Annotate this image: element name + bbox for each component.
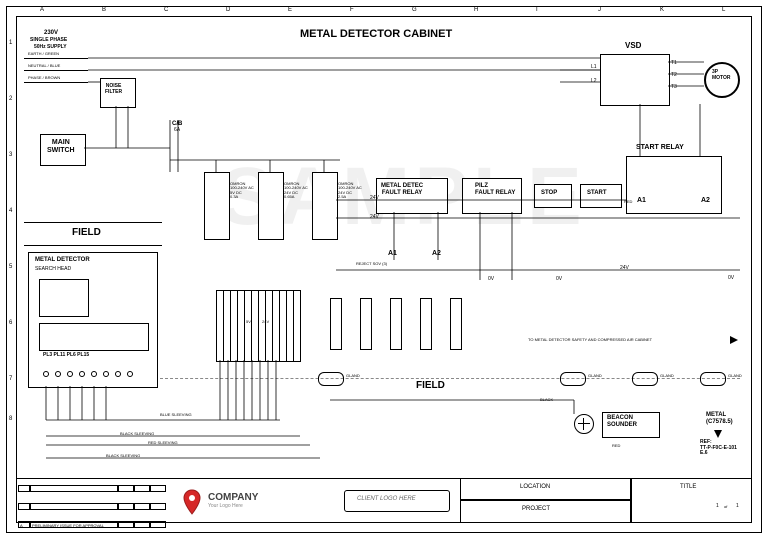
company-tagline: Your Logo Here xyxy=(208,504,243,510)
tb-of: of xyxy=(724,505,727,509)
client-logo-placeholder: CLIENT LOGO HERE xyxy=(344,490,450,512)
company-logo-block: COMPANY Your Logo Here xyxy=(180,486,320,516)
tb-sheet: 1 xyxy=(716,504,719,510)
company-name: COMPANY xyxy=(208,492,258,503)
tb-project: PROJECT xyxy=(522,506,550,513)
wiring-svg xyxy=(0,0,768,539)
revisions-block: APRELIMINARY ISSUE FOR APPROVAL REVISION… xyxy=(18,480,166,539)
tb-total: 1 xyxy=(736,504,739,510)
drawing-sheet: A B C D E F G H I J K L 1 2 3 4 5 6 7 8 … xyxy=(0,0,768,539)
map-pin-icon xyxy=(180,488,204,516)
tb-location: LOCATION xyxy=(520,484,550,491)
tb-title: TITLE xyxy=(680,484,696,491)
